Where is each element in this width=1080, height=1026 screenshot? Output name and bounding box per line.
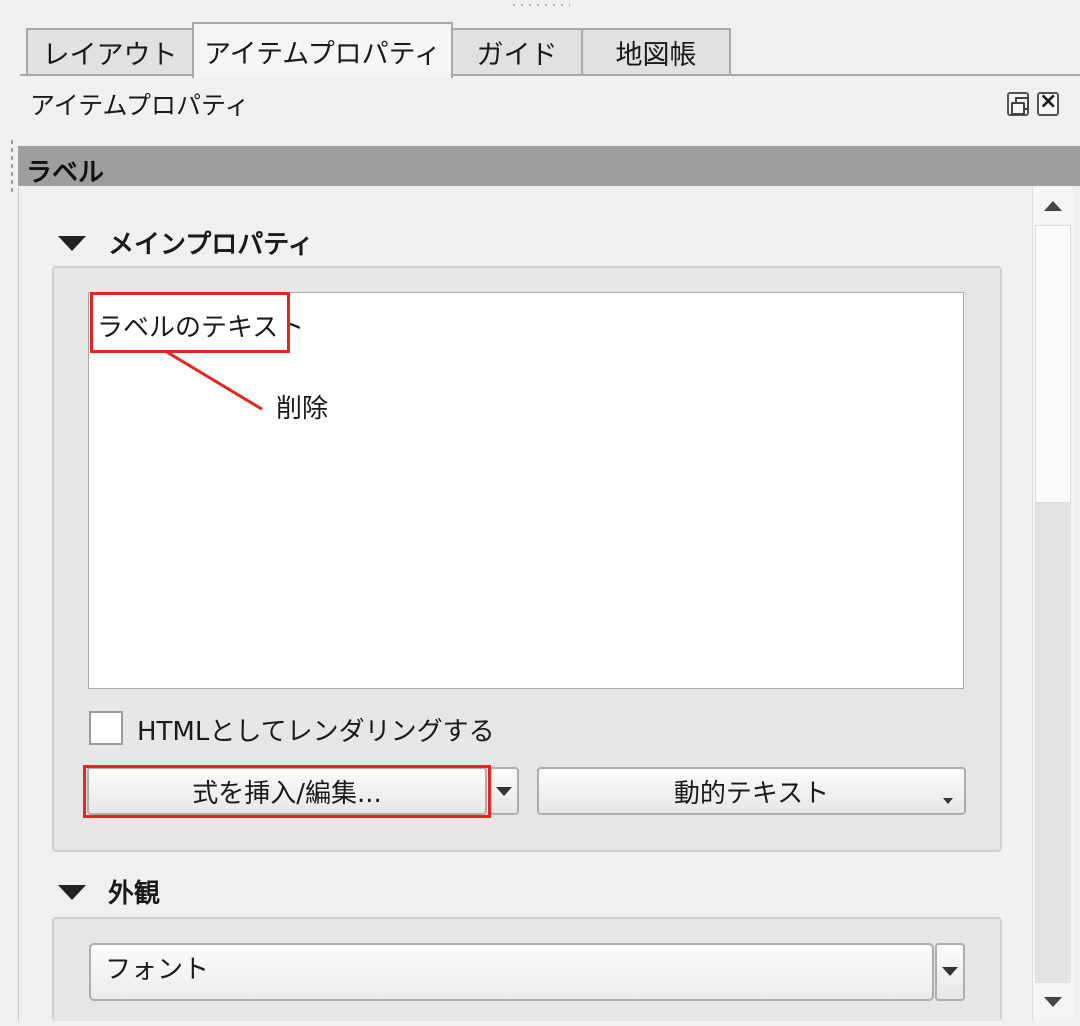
dropdown-arrow-icon [943,798,953,804]
tab-item-properties[interactable]: アイテムプロパティ [192,22,453,78]
scroll-up-arrow-icon[interactable] [1033,187,1073,223]
chevron-down-icon [942,967,958,976]
main-properties-title[interactable]: メインプロパティ [108,224,314,261]
annotation-highlight-label-text [90,292,290,353]
collapse-triangle-icon[interactable] [58,236,86,251]
collapse-triangle-icon[interactable] [58,885,86,900]
tab-atlas[interactable]: 地図帳 [581,28,731,74]
panel-title: アイテムプロパティ [30,91,250,120]
insert-expression-dropdown[interactable] [489,767,519,815]
dynamic-text-label: 動的テキスト [673,778,830,809]
font-dropdown[interactable] [935,943,965,1001]
tab-baseline [20,74,1080,76]
annotation-highlight-insert-button [83,765,491,818]
scroll-thumb[interactable] [1035,225,1071,503]
dynamic-text-button[interactable]: 動的テキスト [537,767,966,815]
render-html-label[interactable]: HTMLとしてレンダリングする [137,711,495,748]
tab-bar: レイアウト アイテムプロパティ ガイド 地図帳 [20,22,1080,78]
chevron-down-icon [496,787,512,796]
tab-guides[interactable]: ガイド [451,28,583,74]
vertical-scrollbar[interactable] [1032,187,1073,1021]
font-button[interactable]: フォント [89,943,934,1001]
float-icon[interactable] [1007,92,1029,116]
scroll-down-arrow-icon[interactable] [1033,985,1073,1021]
panel-drag-handle[interactable] [510,2,570,10]
dock-resize-handle[interactable] [10,138,14,194]
annotation-label: 削除 [276,394,329,424]
tab-layout[interactable]: レイアウト [26,28,194,74]
section-header: ラベル [18,146,1080,188]
scroll-track[interactable] [1035,503,1071,983]
appearance-title[interactable]: 外観 [108,873,160,910]
render-html-checkbox[interactable] [89,711,123,745]
close-icon[interactable]: × [1037,89,1059,116]
